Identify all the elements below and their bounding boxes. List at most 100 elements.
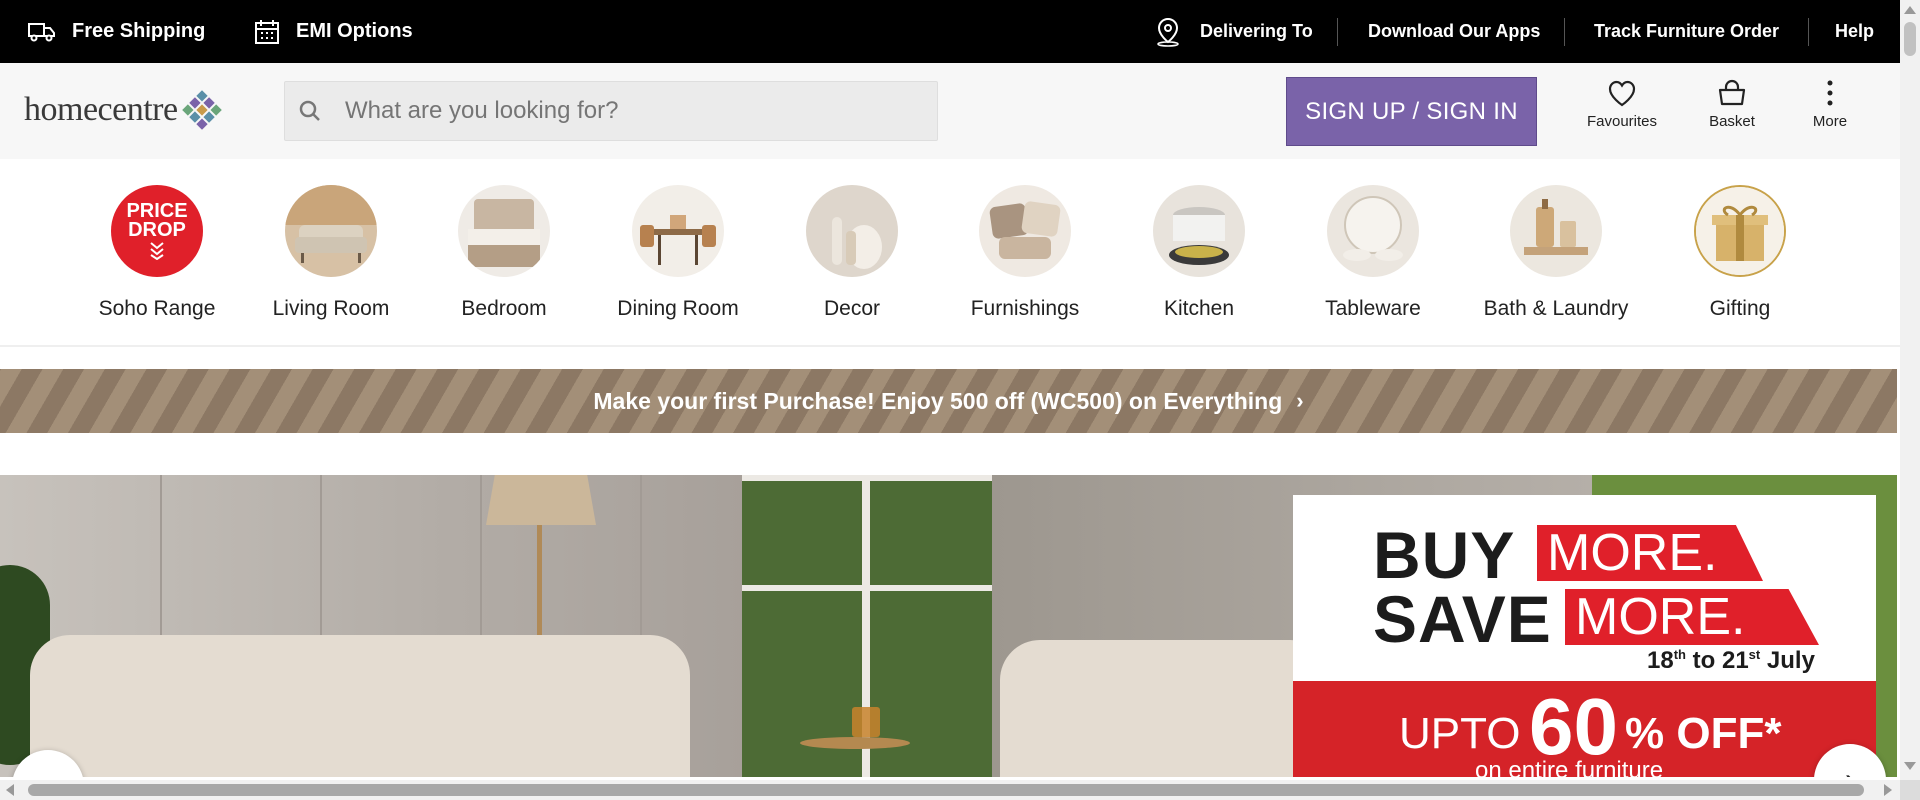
cookware-thumbnail <box>1153 185 1245 277</box>
category-decor[interactable]: Decor <box>772 185 932 321</box>
plates-thumbnail <box>1327 185 1419 277</box>
vertical-scrollbar[interactable] <box>1900 0 1920 780</box>
more-button[interactable]: More <box>1780 79 1880 143</box>
category-furnishings[interactable]: Furnishings <box>945 185 1105 321</box>
homecentre-logo[interactable]: homecentre <box>24 85 222 135</box>
category-label: Living Room <box>272 297 390 320</box>
bed-thumbnail <box>458 185 550 277</box>
offer-more-tag: MORE. <box>1565 589 1819 645</box>
sign-in-button[interactable]: SIGN UP / SIGN IN <box>1286 77 1537 146</box>
category-kitchen[interactable]: Kitchen <box>1119 185 1279 321</box>
cushions-thumbnail <box>979 185 1071 277</box>
dining-thumbnail <box>632 185 724 277</box>
category-label: Soho Range <box>98 297 216 320</box>
category-label: Dining Room <box>617 297 739 320</box>
category-living-room[interactable]: Living Room <box>251 185 411 321</box>
chevrons-down-icon <box>150 242 164 260</box>
basket-button[interactable]: Basket <box>1682 79 1782 143</box>
favourites-button[interactable]: Favourites <box>1572 79 1672 143</box>
sofa-thumbnail <box>285 185 377 277</box>
category-label: Bedroom <box>461 297 547 320</box>
date-from-suffix: th <box>1673 647 1686 662</box>
offer-more-text: MORE. <box>1575 588 1746 646</box>
glass-image <box>852 707 880 737</box>
scroll-left-arrow-icon[interactable] <box>6 784 14 796</box>
category-gifting[interactable]: Gifting <box>1660 185 1820 321</box>
scrollbar-corner <box>1900 780 1920 800</box>
logo-diamond-icon <box>181 90 222 130</box>
side-table-image <box>800 737 910 749</box>
emi-options-link[interactable]: EMI Options <box>254 0 413 63</box>
more-label: More <box>1812 113 1848 130</box>
date-to: to 21 <box>1685 647 1749 674</box>
category-label: Tableware <box>1325 297 1421 320</box>
horizontal-scrollbar[interactable] <box>0 780 1900 800</box>
discount-upto: UPTO <box>1399 709 1521 758</box>
date-to-suffix: st <box>1748 647 1761 662</box>
category-strip: PRICE DROP Soho Range Living Room Bedroo… <box>0 159 1900 347</box>
discount-off: % OFF* <box>1625 709 1782 758</box>
date-from: 18 <box>1647 647 1674 674</box>
category-bath-laundry[interactable]: Bath & Laundry <box>1476 185 1636 321</box>
calendar-icon <box>255 19 279 44</box>
price-drop-line2: DROP <box>128 219 186 241</box>
help-link[interactable]: Help <box>1835 0 1874 63</box>
vertical-scroll-thumb[interactable] <box>1904 22 1916 56</box>
offer-save: SAVE <box>1373 582 1552 656</box>
window-frame <box>742 585 992 591</box>
date-month: July <box>1760 647 1815 674</box>
category-label: Gifting <box>1709 297 1771 320</box>
category-soho-range[interactable]: PRICE DROP Soho Range <box>77 185 237 321</box>
price-drop-badge-icon: PRICE DROP <box>111 185 203 277</box>
first-purchase-promo-banner[interactable]: Make your first Purchase! Enjoy 500 off … <box>0 369 1897 433</box>
category-label: Decor <box>823 297 881 320</box>
search-icon <box>299 100 320 121</box>
emi-options-label: EMI Options <box>296 20 413 42</box>
discount-panel: UPTO 60 % OFF* on entire furniture <box>1293 681 1876 777</box>
search-input[interactable] <box>345 97 905 125</box>
discount-subtitle: on entire furniture <box>1475 757 1664 777</box>
sale-offer-card[interactable]: BUY MORE. SAVE MORE. 18th to 21st July U… <box>1293 495 1876 777</box>
category-label: Kitchen <box>1163 297 1235 320</box>
category-bedroom[interactable]: Bedroom <box>424 185 584 321</box>
armchair-image <box>1000 640 1330 777</box>
gift-box-thumbnail <box>1694 185 1786 277</box>
vases-thumbnail <box>806 185 898 277</box>
category-label: Bath & Laundry <box>1483 297 1629 320</box>
hero-carousel[interactable]: BUY MORE. SAVE MORE. 18th to 21st July U… <box>0 475 1897 777</box>
location-pin-icon <box>1157 17 1179 47</box>
search-bar[interactable] <box>284 81 938 141</box>
offer-dates: 18th to 21st July <box>1647 647 1815 675</box>
chevron-right-icon: › <box>1296 388 1304 413</box>
scroll-up-arrow-icon[interactable] <box>1904 6 1916 14</box>
category-tableware[interactable]: Tableware <box>1293 185 1453 321</box>
category-dining-room[interactable]: Dining Room <box>598 185 758 321</box>
floor-lamp-image <box>486 475 596 525</box>
bath-set-thumbnail <box>1510 185 1602 277</box>
more-vertical-icon <box>1827 80 1833 106</box>
logo-text: homecentre <box>24 91 178 128</box>
topbar-divider <box>1564 18 1565 46</box>
sofa-image <box>30 635 690 777</box>
track-order-link[interactable]: Track Furniture Order <box>1594 0 1779 63</box>
scroll-right-arrow-icon[interactable] <box>1884 784 1892 796</box>
top-bar: Free Shipping EMI Options Delivering To … <box>0 0 1900 63</box>
horizontal-scroll-thumb[interactable] <box>28 784 1864 796</box>
basket-label: Basket <box>1709 113 1755 130</box>
topbar-divider <box>1808 18 1809 46</box>
site-header: homecentre SIGN UP / SIGN IN Favourites … <box>0 63 1900 159</box>
offer-more-text: MORE. <box>1547 524 1718 582</box>
basket-icon <box>1718 79 1746 106</box>
scroll-down-arrow-icon[interactable] <box>1904 762 1916 770</box>
delivering-to-link[interactable]: Delivering To <box>1154 0 1313 63</box>
topbar-divider <box>1337 18 1338 46</box>
download-apps-link[interactable]: Download Our Apps <box>1368 0 1540 63</box>
truck-icon <box>28 22 55 41</box>
free-shipping-link[interactable]: Free Shipping <box>28 0 205 63</box>
chevron-left-icon: ‹ <box>43 769 53 777</box>
favourites-label: Favourites <box>1586 113 1658 130</box>
offer-more-tag: MORE. <box>1537 525 1763 581</box>
delivering-to-label: Delivering To <box>1200 21 1313 41</box>
free-shipping-label: Free Shipping <box>72 20 206 42</box>
heart-icon <box>1608 80 1636 107</box>
